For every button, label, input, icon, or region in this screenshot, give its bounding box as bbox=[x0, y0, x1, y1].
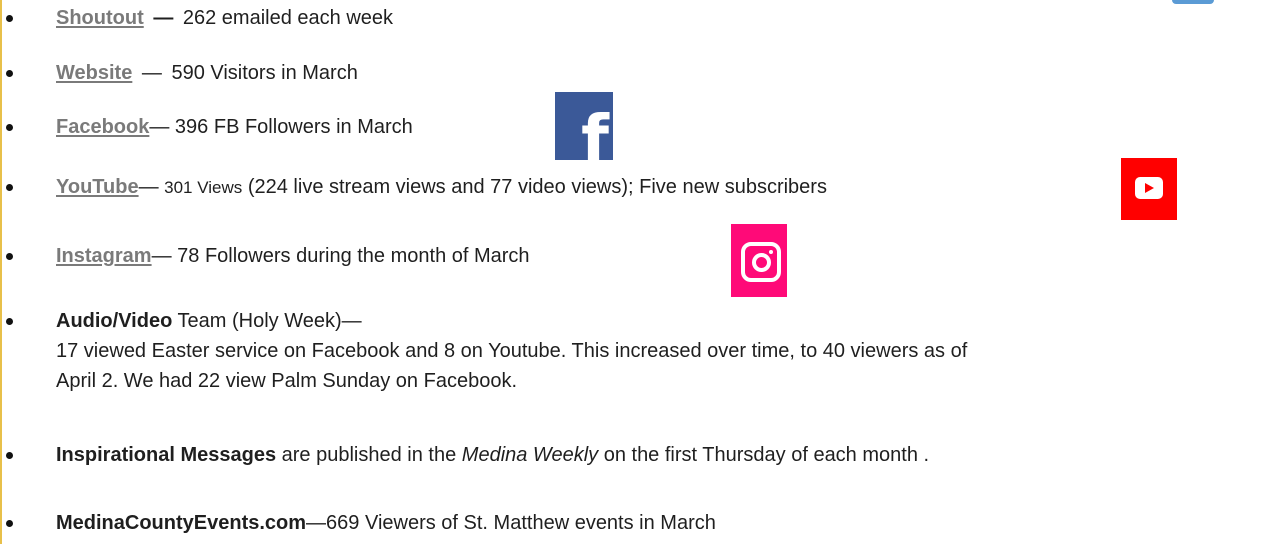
play-icon bbox=[1145, 183, 1154, 193]
instagram-frame bbox=[741, 242, 781, 282]
list-item-text: Website — 590 Visitors in March bbox=[56, 60, 358, 86]
facebook-glyph: f bbox=[581, 103, 609, 177]
list-item-text: Audio/Video Team (Holy Week)— bbox=[56, 308, 362, 334]
bullet bbox=[6, 253, 13, 260]
youtube-play-box bbox=[1135, 177, 1163, 199]
instagram-icon[interactable] bbox=[731, 224, 787, 297]
shoutout-link[interactable]: Shoutout bbox=[56, 7, 144, 29]
facebook-link[interactable]: Facebook bbox=[56, 116, 149, 138]
inspirational-label: Inspirational Messages bbox=[56, 444, 277, 466]
shoutout-stat: 262 emailed each week bbox=[182, 7, 394, 29]
list-item-text: Instagram— 78 Followers during the month… bbox=[56, 243, 530, 269]
dash: — bbox=[138, 176, 159, 198]
list-item-text: Shoutout — 262 emailed each week bbox=[56, 5, 393, 31]
youtube-views: 301 Views bbox=[164, 178, 243, 197]
bullet bbox=[6, 70, 13, 77]
bullet bbox=[6, 184, 13, 191]
list-item-text: Facebook— 396 FB Followers in March bbox=[56, 114, 413, 140]
bullet bbox=[6, 318, 13, 325]
dash: — bbox=[153, 7, 174, 29]
list-item-text: YouTube— 301 Views (224 live stream view… bbox=[56, 174, 827, 201]
medina-county-events-stat: —669 Viewers of St. Matthew events in Ma… bbox=[306, 512, 716, 534]
bullet bbox=[6, 520, 13, 527]
website-stat: 590 Visitors in March bbox=[171, 62, 358, 84]
medina-weekly-title: Medina Weekly bbox=[461, 444, 599, 466]
youtube-icon[interactable] bbox=[1121, 158, 1177, 220]
dash: — bbox=[149, 116, 170, 138]
instagram-link[interactable]: Instagram bbox=[56, 245, 152, 267]
inspirational-text-a: are published in the bbox=[281, 444, 457, 466]
bullet bbox=[6, 15, 13, 22]
list-item-text: Inspirational Messages are published in … bbox=[56, 442, 929, 468]
instagram-lens bbox=[752, 253, 771, 272]
facebook-stat: 396 FB Followers in March bbox=[174, 116, 413, 138]
medina-county-events-label: MedinaCountyEvents.com bbox=[56, 512, 307, 534]
partial-blue-icon bbox=[1172, 0, 1214, 4]
audio-video-line-1: 17 viewed Easter service on Facebook and… bbox=[56, 340, 968, 362]
youtube-stat: (224 live stream views and 77 video view… bbox=[247, 176, 827, 198]
left-page-rule bbox=[0, 0, 2, 544]
dash: — bbox=[141, 62, 162, 84]
bullet bbox=[6, 452, 13, 459]
instagram-dot bbox=[769, 250, 773, 254]
inspirational-text-b: on the first Thursday of each month . bbox=[603, 444, 930, 466]
youtube-link[interactable]: YouTube bbox=[56, 176, 139, 198]
audio-video-line-2: April 2. We had 22 view Palm Sunday on F… bbox=[56, 370, 517, 392]
instagram-stat: 78 Followers during the month of March bbox=[177, 245, 530, 267]
facebook-icon[interactable]: f bbox=[555, 92, 613, 172]
list-item-text: MedinaCountyEvents.com—669 Viewers of St… bbox=[56, 510, 716, 536]
dash: — bbox=[151, 245, 172, 267]
bullet bbox=[6, 124, 13, 131]
audio-video-label: Audio/Video bbox=[56, 310, 173, 332]
website-link[interactable]: Website bbox=[56, 62, 132, 84]
audio-video-team: Team (Holy Week)— bbox=[177, 310, 362, 332]
